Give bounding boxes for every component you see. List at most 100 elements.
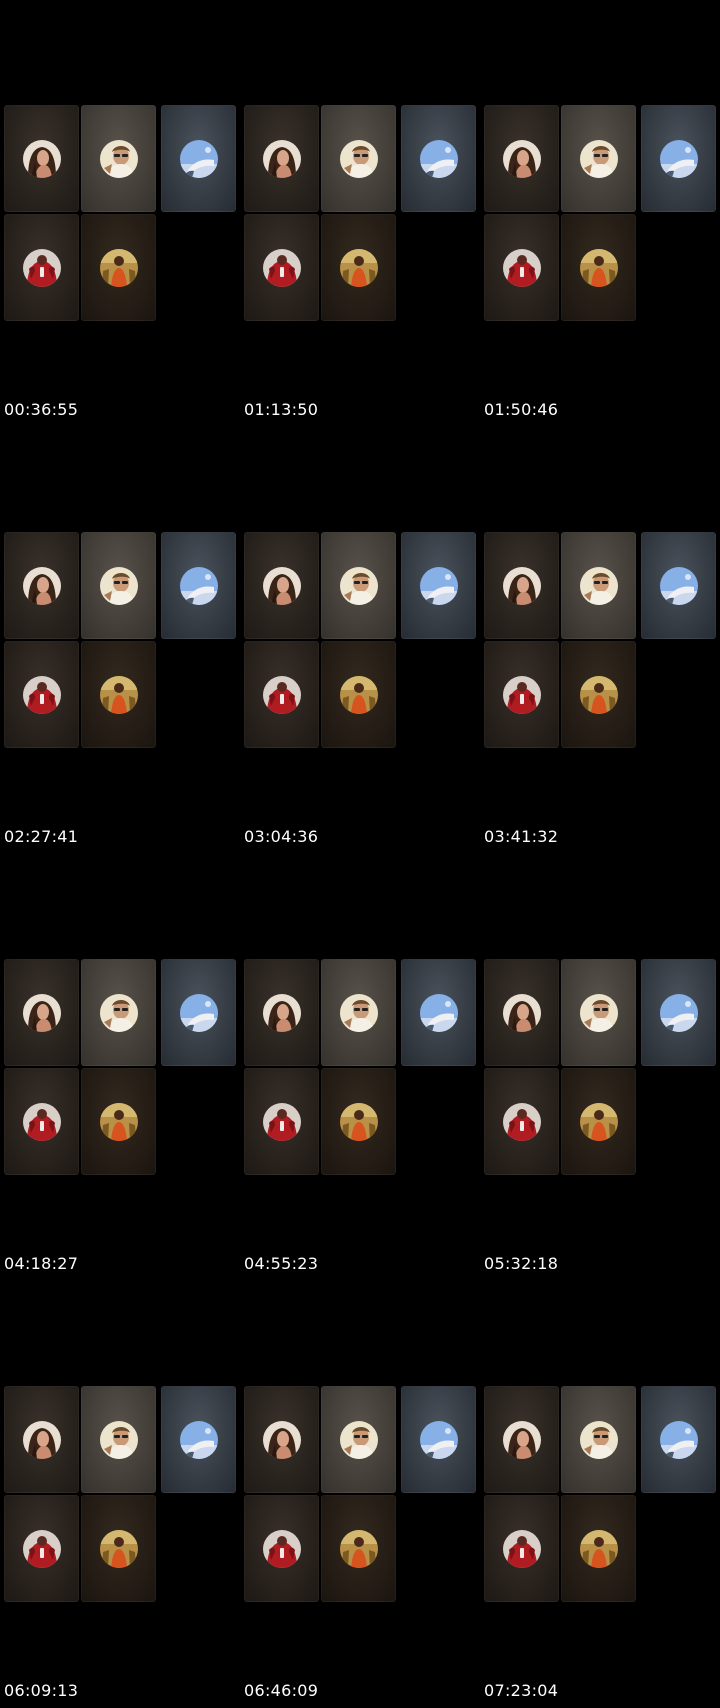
participant-tile [244,214,319,321]
participant-avatar-woman-sunglasses-icon [579,566,618,605]
participant-avatar-red-outfit-icon [22,675,61,714]
participant-avatar-woman-dark-hair-icon [22,993,61,1032]
participant-tile [81,105,156,212]
participant-tile [244,959,319,1066]
participant-tile [81,641,156,748]
participant-avatar-orange-dress-icon [339,248,378,287]
participant-tile [484,214,559,321]
participant-tile [561,105,636,212]
participant-avatar-woman-dark-hair-icon [22,1420,61,1459]
participant-avatar-red-outfit-icon [22,1102,61,1141]
video-thumbnail[interactable]: 04:18:27 [0,854,240,1281]
participant-tile [244,532,319,639]
video-thumbnail[interactable]: 01:50:46 [480,0,720,427]
participant-avatar-red-outfit-icon [262,248,301,287]
thumbnail-timestamp: 04:55:23 [244,1254,319,1273]
participant-tile [484,1068,559,1175]
video-thumbnail[interactable]: 05:32:18 [480,854,720,1281]
video-thumbnail[interactable]: 01:13:50 [240,0,480,427]
participant-tile [81,1068,156,1175]
participant-avatar-sky-photo-icon [659,566,698,605]
participant-avatar-orange-dress-icon [339,1529,378,1568]
participant-avatar-sky-photo-icon [179,1420,218,1459]
video-thumbnail[interactable]: 06:46:09 [240,1281,480,1708]
participant-tile [401,105,476,212]
video-thumbnail[interactable]: 03:04:36 [240,427,480,854]
thumbnail-timestamp: 03:04:36 [244,827,319,846]
participant-tile [641,532,716,639]
thumbnail-timestamp: 01:13:50 [244,400,319,419]
video-thumbnail[interactable]: 03:41:32 [480,427,720,854]
participant-avatar-red-outfit-icon [22,1529,61,1568]
participant-tile [321,641,396,748]
participant-avatar-sky-photo-icon [419,1420,458,1459]
participant-avatar-woman-sunglasses-icon [99,1420,138,1459]
participant-avatar-woman-dark-hair-icon [262,1420,301,1459]
participant-avatar-woman-dark-hair-icon [22,139,61,178]
participant-avatar-woman-dark-hair-icon [262,566,301,605]
thumbnail-timestamp: 06:46:09 [244,1681,319,1700]
participant-avatar-orange-dress-icon [339,675,378,714]
participant-tile [244,105,319,212]
participant-tile [641,959,716,1066]
participant-avatar-woman-dark-hair-icon [502,566,541,605]
participant-tile [321,959,396,1066]
participant-tile [561,1068,636,1175]
participant-avatar-red-outfit-icon [502,248,541,287]
participant-tile [484,959,559,1066]
participant-tile [4,105,79,212]
participant-avatar-woman-sunglasses-icon [579,139,618,178]
participant-avatar-red-outfit-icon [502,1529,541,1568]
participant-tile [81,1495,156,1602]
participant-avatar-woman-sunglasses-icon [339,993,378,1032]
participant-tile [81,532,156,639]
participant-tile [561,959,636,1066]
participant-avatar-orange-dress-icon [579,675,618,714]
video-thumbnail[interactable]: 02:27:41 [0,427,240,854]
participant-avatar-woman-dark-hair-icon [502,139,541,178]
participant-avatar-woman-dark-hair-icon [262,139,301,178]
participant-avatar-orange-dress-icon [579,1529,618,1568]
video-thumbnail[interactable]: 00:36:55 [0,0,240,427]
participant-avatar-orange-dress-icon [99,675,138,714]
participant-tile [244,1386,319,1493]
participant-avatar-sky-photo-icon [419,993,458,1032]
participant-avatar-orange-dress-icon [579,248,618,287]
participant-tile [484,105,559,212]
participant-tile [641,105,716,212]
participant-tile [401,959,476,1066]
participant-avatar-woman-dark-hair-icon [502,993,541,1032]
thumbnail-timestamp: 07:23:04 [484,1681,559,1700]
participant-tile [81,959,156,1066]
participant-avatar-red-outfit-icon [262,1529,301,1568]
participant-tile [244,1495,319,1602]
participant-tile [401,532,476,639]
participant-tile [484,1495,559,1602]
participant-tile [4,1495,79,1602]
participant-tile [484,641,559,748]
participant-avatar-red-outfit-icon [502,675,541,714]
thumbnail-timestamp: 02:27:41 [4,827,79,846]
participant-avatar-orange-dress-icon [99,1529,138,1568]
video-thumbnail[interactable]: 06:09:13 [0,1281,240,1708]
participant-avatar-woman-sunglasses-icon [339,566,378,605]
thumbnail-timestamp: 01:50:46 [484,400,559,419]
participant-avatar-sky-photo-icon [179,993,218,1032]
participant-avatar-sky-photo-icon [179,566,218,605]
participant-tile [561,1495,636,1602]
thumbnail-timestamp: 03:41:32 [484,827,559,846]
participant-avatar-woman-sunglasses-icon [339,1420,378,1459]
video-thumbnail[interactable]: 07:23:04 [480,1281,720,1708]
participant-tile [81,1386,156,1493]
participant-avatar-woman-sunglasses-icon [339,139,378,178]
video-thumbnail[interactable]: 04:55:23 [240,854,480,1281]
participant-tile [321,532,396,639]
participant-avatar-sky-photo-icon [659,139,698,178]
participant-avatar-sky-photo-icon [179,139,218,178]
participant-avatar-woman-sunglasses-icon [579,993,618,1032]
participant-tile [321,214,396,321]
participant-avatar-woman-sunglasses-icon [99,566,138,605]
participant-tile [4,641,79,748]
participant-tile [561,214,636,321]
participant-avatar-red-outfit-icon [262,1102,301,1141]
